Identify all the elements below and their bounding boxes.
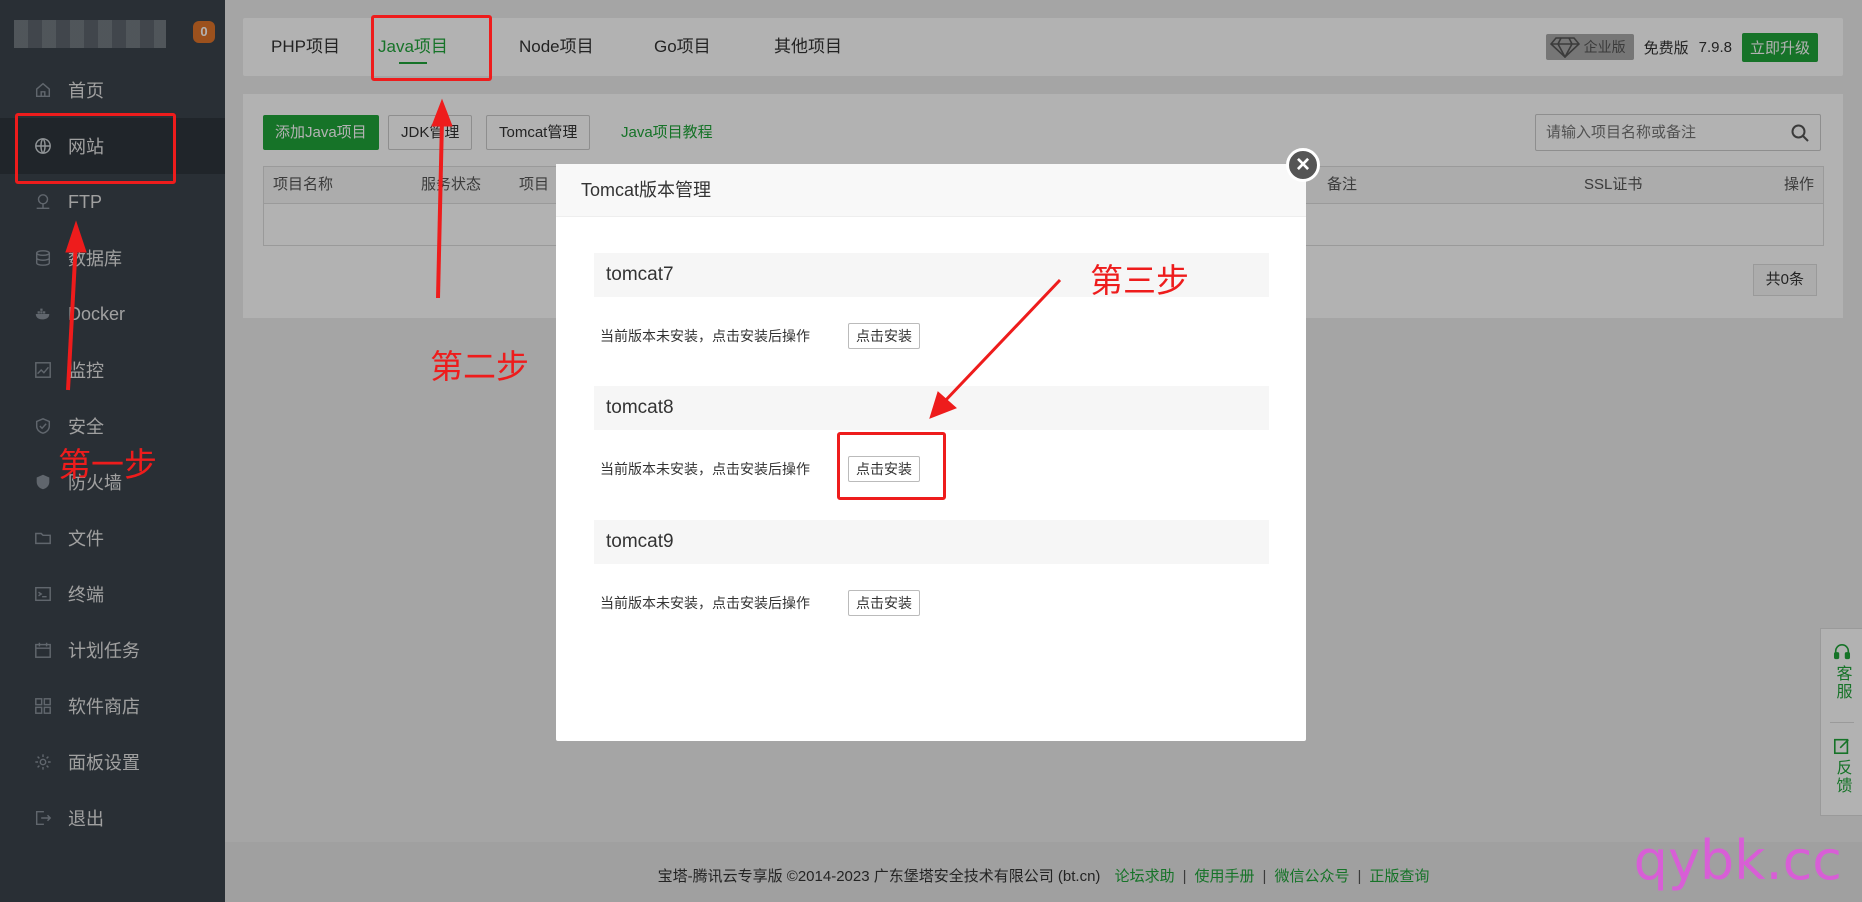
version-desc-tomcat7: 当前版本未安装，点击安装后操作 <box>600 328 810 344</box>
annotation-box-java-tab <box>371 15 492 81</box>
version-title-tomcat9: tomcat9 <box>594 520 1269 564</box>
modal-title: Tomcat版本管理 <box>556 164 1306 217</box>
version-title-tomcat8: tomcat8 <box>594 386 1269 430</box>
modal-close-button[interactable]: × <box>1286 148 1320 182</box>
annotation-box-website <box>15 113 176 184</box>
install-tomcat9-button[interactable]: 点击安装 <box>848 590 920 616</box>
version-desc-tomcat9: 当前版本未安装，点击安装后操作 <box>600 595 810 611</box>
annotation-step3: 第三步 <box>1090 261 1189 300</box>
install-tomcat7-button[interactable]: 点击安装 <box>848 323 920 349</box>
annotation-step2: 第二步 <box>430 347 529 386</box>
watermark: qybk.cc <box>1633 829 1842 892</box>
version-desc-tomcat8: 当前版本未安装，点击安装后操作 <box>600 461 810 477</box>
annotation-box-install-tomcat8 <box>837 432 946 500</box>
annotation-step1: 第一步 <box>58 445 157 484</box>
